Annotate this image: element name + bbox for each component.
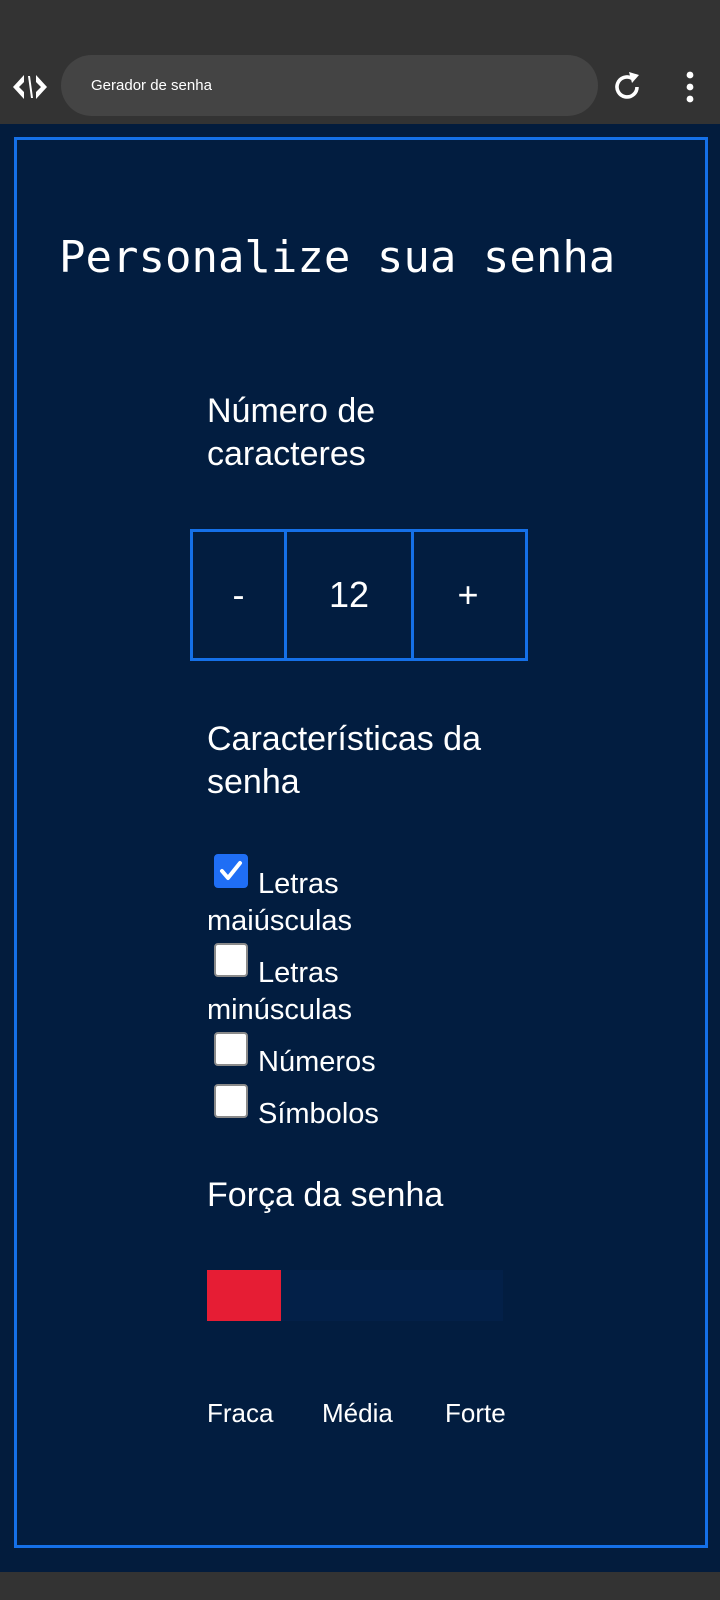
features-section-label: Características da senha [207,720,481,801]
app-logo-icon [12,70,48,104]
browser-toolbar: Gerador de senha [0,50,720,124]
tab-title: Gerador de senha [91,77,212,94]
length-stepper: - 12 + [190,529,528,661]
features-options: Letras maiúsculas Letras minúsculas Núme… [207,854,427,1142]
length-section-label: Número de caracteres [207,392,376,473]
checkbox-numbers[interactable] [214,1032,248,1066]
checkbox-lowercase[interactable] [214,943,248,977]
strength-meter [207,1270,503,1321]
checkbox-uppercase[interactable] [214,854,248,888]
option-uppercase[interactable]: Letras maiúsculas [207,854,427,940]
option-symbols[interactable]: Símbolos [207,1084,427,1133]
navigation-bar [0,1572,720,1600]
address-bar[interactable]: Gerador de senha [61,55,598,116]
reload-icon[interactable] [610,70,644,104]
checkbox-symbols[interactable] [214,1084,248,1118]
length-value: 12 [287,532,414,658]
checkmark-icon [220,861,242,880]
option-lowercase[interactable]: Letras minúsculas [207,943,427,1029]
password-settings-card: Personalize sua senha Número de caracter… [14,137,708,1548]
increment-button[interactable]: + [414,532,522,658]
page-viewport: Personalize sua senha Número de caracter… [0,124,720,1572]
page-title: Personalize sua senha [59,232,616,283]
option-numbers[interactable]: Números [207,1032,427,1081]
decrement-button[interactable]: - [193,532,287,658]
strength-meter-fill [207,1270,281,1321]
strength-label-strong: Forte [445,1398,506,1428]
strength-label-weak: Fraca [207,1398,274,1428]
option-label: Números [258,1046,376,1078]
strength-section-label: Força da senha [207,1176,444,1214]
option-label: Símbolos [258,1098,379,1130]
strength-label-medium: Média [322,1398,393,1428]
status-bar [0,0,720,50]
more-vert-icon[interactable] [676,70,704,104]
